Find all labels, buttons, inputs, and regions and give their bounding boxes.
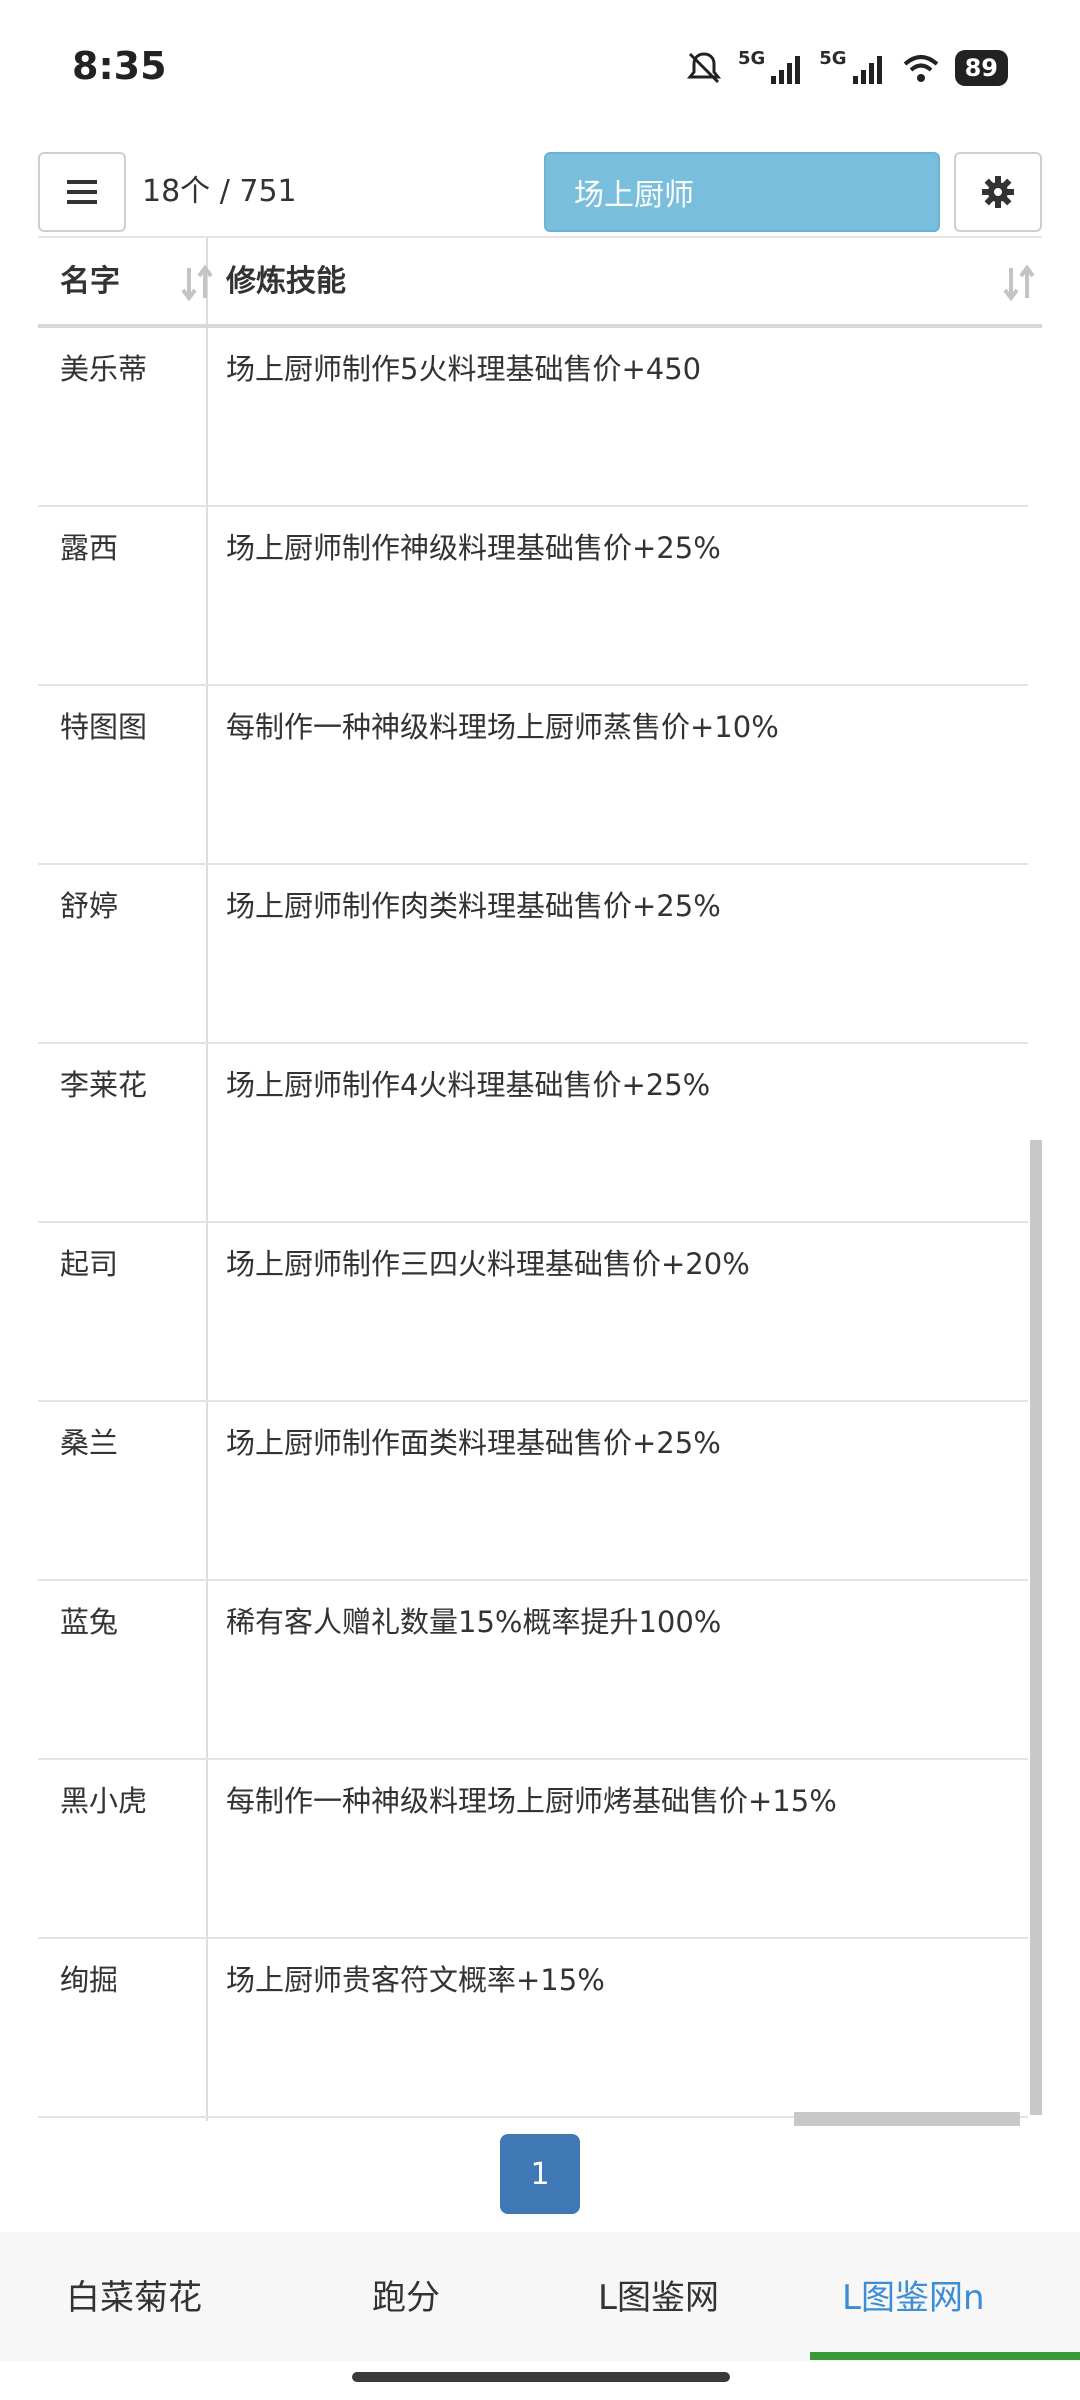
cell-name: 黑小虎: [60, 1784, 148, 1818]
cell-name: 桑兰: [60, 1426, 119, 1460]
cell-skill: 场上厨师制作三四火料理基础售价+20%: [226, 1247, 750, 1281]
cell-skill: 每制作一种神级料理场上厨师蒸售价+10%: [226, 710, 779, 744]
cell-name: 李莱花: [60, 1068, 148, 1102]
table-row[interactable]: 李莱花 场上厨师制作4火料理基础售价+25%: [38, 1044, 1028, 1223]
tab-baicai-juhua[interactable]: 白菜菊花: [66, 2270, 202, 2319]
page-button[interactable]: 1: [500, 2134, 580, 2214]
cell-skill: 场上厨师制作神级料理基础售价+25%: [226, 531, 721, 565]
cell-skill: 场上厨师制作4火料理基础售价+25%: [226, 1068, 711, 1102]
wifi-icon: [903, 55, 938, 82]
cell-skill: 场上厨师制作肉类料理基础售价+25%: [226, 889, 721, 923]
status-bar: 8:35 5G 5G 89: [0, 0, 1080, 140]
column-header-name[interactable]: 名字: [60, 238, 220, 326]
signal-icon: [771, 56, 801, 84]
table-row[interactable]: 黑小虎 每制作一种神级料理场上厨师烤基础售价+15%: [38, 1760, 1028, 1939]
column-header-label: 名字: [60, 264, 120, 299]
tab-l-tujian-n[interactable]: L图鉴网n: [842, 2270, 985, 2319]
table-row[interactable]: 美乐蒂 场上厨师制作5火料理基础售价+450: [38, 328, 1028, 507]
cell-name: 露西: [60, 531, 119, 565]
cell-skill: 场上厨师贵客符文概率+15%: [226, 1963, 605, 1997]
cell-name: 特图图: [60, 710, 148, 744]
sort-icon[interactable]: [1002, 264, 1036, 302]
battery-icon: 89: [954, 50, 1008, 86]
filter-input[interactable]: [544, 152, 940, 232]
tab-paofen[interactable]: 跑分: [372, 2270, 440, 2319]
horizontal-scrollbar[interactable]: [794, 2112, 1020, 2126]
cell-skill: 稀有客人赠礼数量15%概率提升100%: [226, 1605, 722, 1639]
cell-name: 蓝兔: [60, 1605, 119, 1639]
network-label-1: 5G: [737, 47, 766, 69]
cell-skill: 每制作一种神级料理场上厨师烤基础售价+15%: [226, 1784, 837, 1818]
cell-skill: 场上厨师制作5火料理基础售价+450: [226, 352, 702, 386]
status-icons: 5G 5G 89: [684, 44, 1008, 92]
active-tab-indicator: [810, 2352, 1080, 2360]
bottom-tab-bar: 白菜菊花 跑分 L图鉴网 L图鉴网n: [0, 2232, 1080, 2362]
table-row[interactable]: 舒婷 场上厨师制作肉类料理基础售价+25%: [38, 865, 1028, 1044]
table-row[interactable]: 蓝兔 稀有客人赠礼数量15%概率提升100%: [38, 1581, 1028, 1760]
data-table: 名字 修炼技能 美乐蒂 场上厨师制作5火料理基础售价+450 露西 场上厨师制作…: [38, 236, 1042, 2121]
table-row[interactable]: 露西 场上厨师制作神级料理基础售价+25%: [38, 507, 1028, 686]
column-header-skill[interactable]: 修炼技能: [226, 238, 1035, 326]
signal-icon: [852, 56, 882, 84]
sort-icon[interactable]: [180, 264, 214, 302]
home-indicator[interactable]: [352, 2372, 730, 2382]
clock: 8:35: [72, 44, 167, 88]
table-row[interactable]: 绚掘 场上厨师贵客符文概率+15%: [38, 1939, 1028, 2118]
settings-button[interactable]: [954, 152, 1042, 232]
result-count: 18个 / 751: [142, 174, 297, 209]
table-header: 名字 修炼技能: [38, 236, 1042, 328]
cell-name: 舒婷: [60, 889, 119, 923]
vertical-scrollbar[interactable]: [1030, 1140, 1042, 2115]
gear-icon: [982, 176, 1014, 208]
tab-l-tujian[interactable]: L图鉴网: [598, 2270, 719, 2319]
cell-name: 起司: [60, 1247, 119, 1281]
toolbar: 18个 / 751: [38, 152, 1042, 232]
network-label-2: 5G: [819, 47, 847, 69]
cell-skill: 场上厨师制作面类料理基础售价+25%: [226, 1426, 721, 1460]
table-row[interactable]: 桑兰 场上厨师制作面类料理基础售价+25%: [38, 1402, 1028, 1581]
column-header-label: 修炼技能: [226, 264, 346, 299]
menu-button[interactable]: [38, 152, 126, 232]
table-row[interactable]: 起司 场上厨师制作三四火料理基础售价+20%: [38, 1223, 1028, 1402]
mute-icon: [686, 52, 722, 84]
hamburger-icon: [67, 180, 97, 204]
cell-name: 美乐蒂: [60, 352, 148, 386]
cell-name: 绚掘: [60, 1963, 119, 1997]
table-row[interactable]: 特图图 每制作一种神级料理场上厨师蒸售价+10%: [38, 686, 1028, 865]
